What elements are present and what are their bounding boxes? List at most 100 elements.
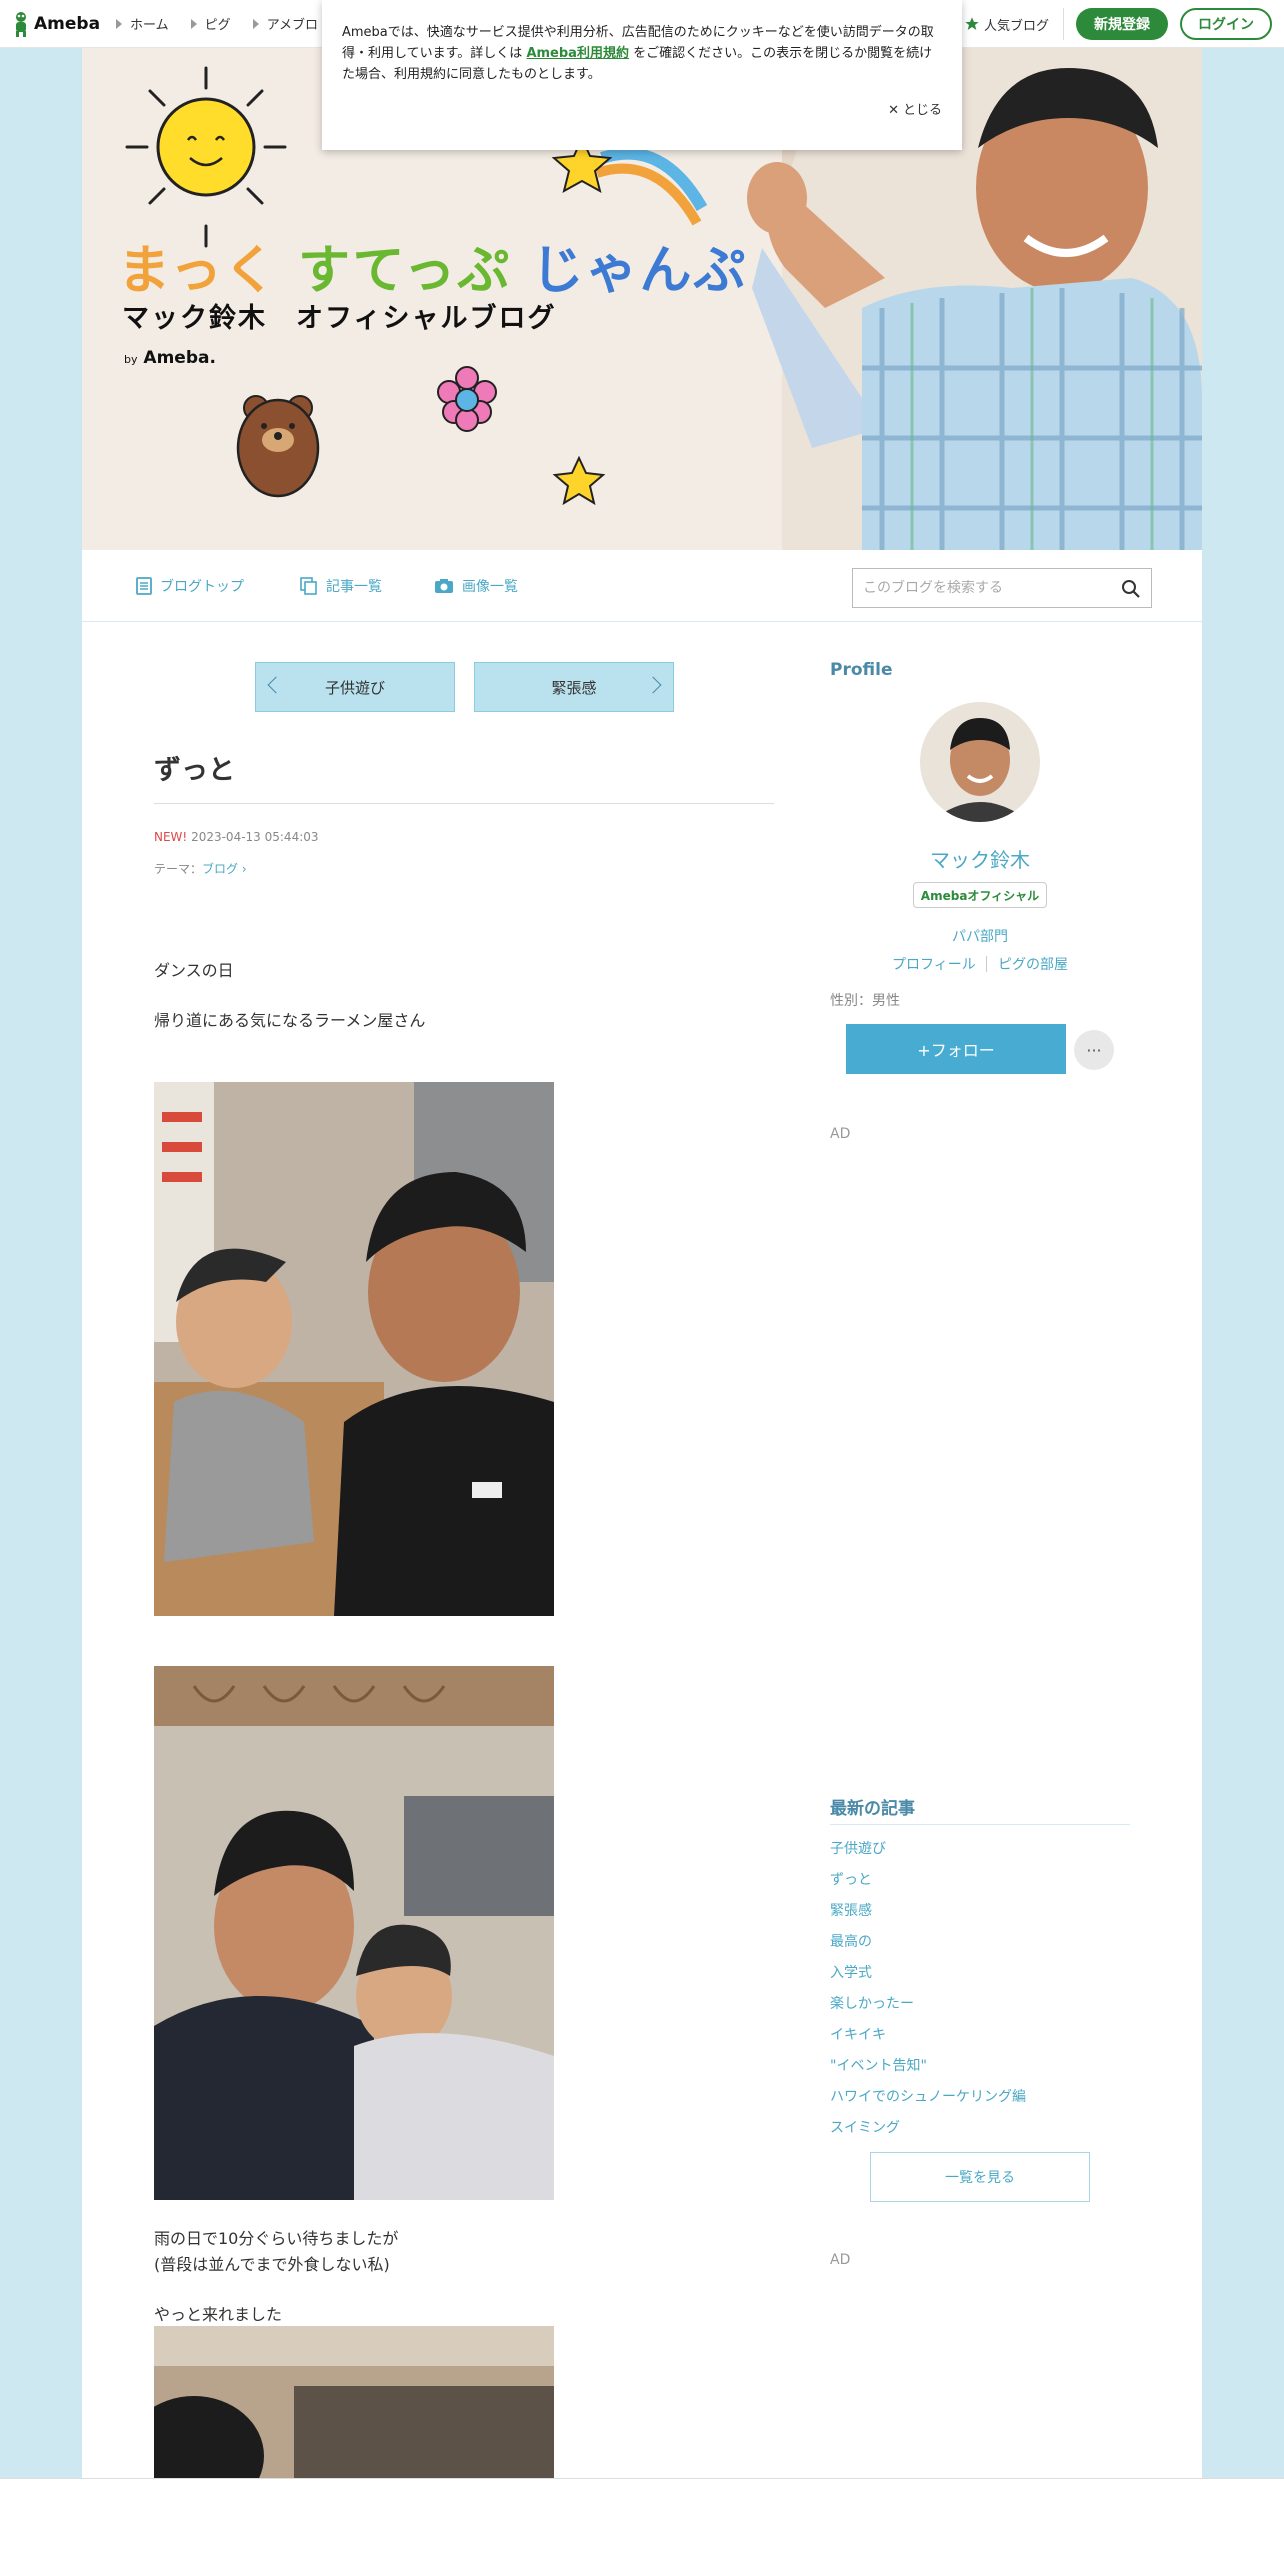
theme-label: テーマ：	[154, 862, 203, 876]
recent-divider	[830, 1824, 1130, 1825]
copy-icon	[300, 577, 317, 595]
login-button[interactable]: ログイン	[1180, 8, 1272, 40]
article-photo-1[interactable]	[154, 1082, 554, 1616]
profile-link[interactable]: プロフィール	[892, 954, 976, 974]
chevron-left-icon	[267, 676, 285, 694]
triangle-right-icon	[190, 18, 197, 29]
blog-nav-label: 記事一覧	[326, 579, 382, 595]
official-badge: Amebaオフィシャル	[913, 882, 1047, 908]
recent-entry-link[interactable]: ずっと	[830, 1865, 1026, 1896]
recent-entry-link[interactable]: 入学式	[830, 1958, 1026, 1989]
link-divider	[986, 956, 987, 972]
blog-nav-label: ブログトップ	[160, 579, 244, 595]
global-nav: ホーム ピグ アメブロ	[116, 14, 318, 33]
article-photo-2[interactable]	[154, 1666, 554, 2200]
banner-by: by	[124, 353, 138, 366]
theme-link[interactable]: ブログ	[202, 862, 238, 876]
profile-heading: Profile	[830, 660, 893, 680]
recent-entry-link[interactable]: スイミング	[830, 2113, 1026, 2144]
global-nav-home[interactable]: ホーム	[116, 14, 169, 33]
recent-entry-link[interactable]: 緊張感	[830, 1896, 1026, 1927]
blog-search-input[interactable]	[863, 580, 1103, 596]
recent-entry-link[interactable]: ハワイでのシュノーケリング編	[830, 2082, 1026, 2113]
blog-container: まっく すてっぷ じゃんぷ マック鈴木 オフィシャルブログ by Ameba. …	[82, 48, 1202, 2478]
banner-title: まっく すてっぷ じゃんぷ	[118, 228, 748, 303]
cookie-close-label: とじる	[902, 103, 942, 118]
triangle-right-icon	[252, 18, 259, 29]
ameba-logo[interactable]: Ameba	[12, 11, 100, 37]
search-icon[interactable]	[1121, 579, 1141, 599]
profile-name[interactable]: マック鈴木	[830, 844, 1130, 873]
ad-label: AD	[830, 1126, 851, 1142]
prev-entry-button[interactable]: 子供遊び	[255, 662, 455, 712]
triangle-right-icon	[116, 18, 123, 29]
banner-title-part: まっく	[118, 241, 278, 301]
blog-search	[852, 568, 1152, 608]
entry-list-link[interactable]: 記事一覧	[300, 576, 382, 596]
camera-icon	[435, 579, 453, 593]
article-paragraph: (普段は並んでまで外食しない私)	[154, 2255, 390, 2274]
title-divider	[154, 803, 774, 804]
banner-brand: Ameba.	[143, 348, 216, 368]
recent-entries: 子供遊び ずっと 緊張感 最高の 入学式 楽しかったー イキイキ "イベント告知…	[830, 1834, 1026, 2144]
popular-blog-label: 人気ブログ	[983, 18, 1049, 34]
document-icon	[136, 577, 152, 595]
global-nav-ameblo[interactable]: アメブロ	[252, 14, 319, 33]
blog-nav: ブログトップ 記事一覧 画像一覧	[82, 550, 1202, 622]
pigg-room-link[interactable]: ピグの部屋	[998, 954, 1068, 974]
close-icon: ✕	[888, 103, 899, 118]
more-icon[interactable]: ···	[1074, 1030, 1114, 1070]
terms-link[interactable]: Ameba利用規約	[526, 46, 629, 61]
article-date-value: 2023-04-13 05:44:03	[191, 830, 319, 844]
chevron-right-icon: ›	[241, 862, 247, 876]
article-theme: テーマ：ブログ ›	[154, 860, 247, 877]
next-entry-label: 緊張感	[551, 678, 597, 697]
small-star-icon	[552, 455, 606, 506]
recent-entry-link[interactable]: 子供遊び	[830, 1834, 1026, 1865]
prev-entry-label: 子供遊び	[324, 678, 385, 697]
bear-icon	[236, 395, 320, 498]
article-photo-3[interactable]	[154, 2326, 554, 2478]
see-all-button[interactable]: 一覧を見る	[870, 2152, 1090, 2202]
recent-entry-link[interactable]: イキイキ	[830, 2020, 1026, 2051]
banner-subtitle: マック鈴木 オフィシャルブログ	[122, 303, 557, 334]
article-title: ずっと	[154, 755, 235, 786]
article-paragraph: 帰り道にある気になるラーメン屋さん	[154, 1011, 426, 1030]
cookie-text: Amebaでは、快適なサービス提供や利用分析、広告配信のためにクッキーなどを使い…	[342, 22, 938, 85]
blog-top-link[interactable]: ブログトップ	[136, 576, 244, 596]
article-paragraph: ダンスの日	[154, 961, 234, 980]
global-nav-label: アメブロ	[266, 18, 319, 33]
recent-entry-link[interactable]: 最高の	[830, 1927, 1026, 1958]
avatar[interactable]	[920, 702, 1040, 822]
recent-entry-link[interactable]: "イベント告知"	[830, 2051, 1026, 2082]
global-nav-label: ホーム	[130, 18, 169, 33]
sun-icon	[125, 66, 287, 248]
signup-button[interactable]: 新規登録	[1076, 8, 1168, 40]
ameba-mascot-icon	[16, 11, 26, 37]
flower-icon	[437, 366, 497, 432]
star-icon	[965, 17, 979, 30]
follow-button[interactable]: +フォロー	[846, 1024, 1066, 1074]
ad-label: AD	[830, 2252, 851, 2268]
gender: 性別：男性	[830, 993, 900, 1009]
category-link[interactable]: パパ部門	[830, 926, 1130, 946]
image-list-link[interactable]: 画像一覧	[434, 576, 518, 596]
recent-entry-link[interactable]: 楽しかったー	[830, 1989, 1026, 2020]
ameba-logo-text: Ameba	[34, 13, 101, 34]
article-paragraph: やっと来れました	[154, 2305, 283, 2324]
banner-title-part: じゃんぷ	[531, 241, 748, 301]
blog-nav-label: 画像一覧	[462, 579, 518, 595]
shooting-star-icon	[551, 135, 708, 226]
chevron-right-icon	[644, 676, 662, 694]
article-paragraph: 雨の日で10分ぐらい待ちましたが	[154, 2229, 399, 2248]
new-badge: NEW!	[154, 830, 188, 844]
global-nav-label: ピグ	[204, 18, 231, 33]
global-nav-pigg[interactable]: ピグ	[190, 14, 231, 33]
cookie-banner: Amebaでは、快適なサービス提供や利用分析、広告配信のためにクッキーなどを使い…	[322, 0, 962, 150]
header-actions: 人気ブログ 新規登録 ログイン	[964, 8, 1272, 40]
banner-byline: by Ameba.	[124, 348, 216, 368]
next-entry-button[interactable]: 緊張感	[474, 662, 674, 712]
cookie-close-button[interactable]: ✕ とじる	[888, 100, 942, 121]
article-date: NEW! 2023-04-13 05:44:03	[154, 830, 319, 844]
popular-blog-link[interactable]: 人気ブログ	[964, 8, 1064, 40]
